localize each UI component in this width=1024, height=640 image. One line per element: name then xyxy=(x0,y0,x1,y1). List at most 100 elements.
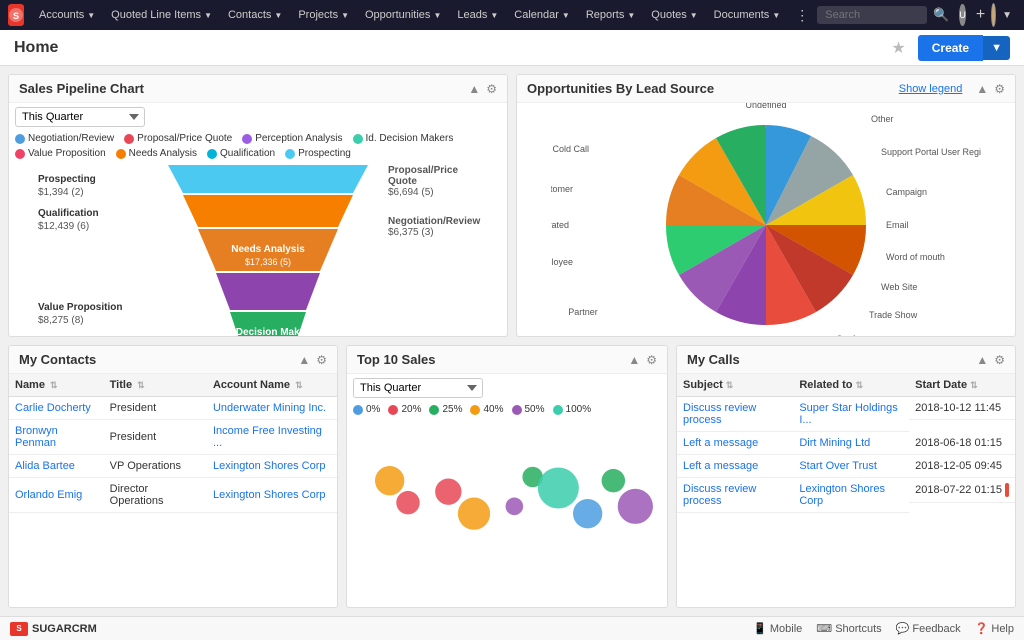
settings-button[interactable]: ⚙ xyxy=(994,82,1005,96)
top10-filter: This Quarter xyxy=(347,374,667,402)
search-input[interactable] xyxy=(817,6,927,24)
svg-text:Existing Customer: Existing Customer xyxy=(551,184,573,194)
call-related: Super Star Holdings I... xyxy=(793,397,909,432)
nav-accounts[interactable]: Accounts▼ xyxy=(32,0,102,30)
sales-pipeline-header: Sales Pipeline Chart ▲ ⚙ xyxy=(9,75,507,103)
contact-title: VP Operations xyxy=(104,455,207,478)
svg-text:Undefined: Undefined xyxy=(745,103,786,110)
col-related[interactable]: Related to ⇅ xyxy=(793,374,909,397)
more-menu-icon[interactable]: ⋮ xyxy=(789,7,815,24)
nav-quoted-line-items[interactable]: Quoted Line Items▼ xyxy=(104,0,219,30)
funnel-right-labels: Proposal/Price Quote$6,694 (5) Negotiati… xyxy=(388,165,478,248)
collapse-button[interactable]: ▲ xyxy=(468,82,480,96)
legend-50pct: 50% xyxy=(512,404,545,415)
feedback-link[interactable]: 💬 Feedback xyxy=(896,622,961,635)
legend-perception: Perception Analysis xyxy=(242,133,342,144)
top10-controls: ▲ ⚙ xyxy=(628,353,657,367)
contact-title: President xyxy=(104,397,207,420)
call-date: 2018-07-22 01:15 xyxy=(909,478,1015,503)
legend-25pct: 25% xyxy=(429,404,462,415)
legend-0pct: 0% xyxy=(353,404,380,415)
contact-name: Orlando Emig xyxy=(9,478,104,513)
nav-contacts[interactable]: Contacts▼ xyxy=(221,0,289,30)
calls-header-row: Subject ⇅ Related to ⇅ Start Date ⇅ xyxy=(677,374,1015,397)
contacts-body: Name ⇅ Title ⇅ Account Name ⇅ Carlie Doc… xyxy=(9,374,337,607)
settings-button[interactable]: ⚙ xyxy=(994,353,1005,367)
top10-chart-area xyxy=(347,417,667,607)
help-link[interactable]: ❓ Help xyxy=(975,622,1014,635)
create-dropdown-button[interactable]: ▼ xyxy=(983,36,1010,60)
pie-chart: Undefined Other Support Portal User Regi… xyxy=(551,103,981,336)
page-title: Home xyxy=(14,39,891,57)
chat-icon: 💬 xyxy=(896,622,910,635)
col-account[interactable]: Account Name ⇅ xyxy=(207,374,337,397)
favorite-star-icon[interactable]: ★ xyxy=(891,38,905,58)
pipeline-period-select[interactable]: This Quarter Last Quarter This Year xyxy=(15,107,145,127)
nav-projects[interactable]: Projects▼ xyxy=(291,0,356,30)
funnel-labels: Prospecting $1,394 (2) Qualification $12… xyxy=(38,165,148,327)
sales-pipeline-title: Sales Pipeline Chart xyxy=(19,81,468,96)
contact-account: Lexington Shores Corp xyxy=(207,478,337,513)
svg-text:Other: Other xyxy=(871,114,894,124)
call-date: 2018-06-18 01:15 xyxy=(909,432,1015,455)
calls-title: My Calls xyxy=(687,352,976,367)
nav-documents[interactable]: Documents▼ xyxy=(707,0,788,30)
svg-text:Needs Analysis: Needs Analysis xyxy=(231,244,305,255)
chevron-down-icon[interactable]: ▼ xyxy=(998,10,1016,21)
contact-account: Lexington Shores Corp xyxy=(207,455,337,478)
show-legend-button[interactable]: Show legend xyxy=(899,83,963,95)
shortcuts-link[interactable]: ⌨ Shortcuts xyxy=(816,622,881,635)
settings-button[interactable]: ⚙ xyxy=(316,353,327,367)
top10-period-select[interactable]: This Quarter xyxy=(353,378,483,398)
call-related: Start Over Trust xyxy=(793,455,909,478)
calls-header: My Calls ▲ ⚙ xyxy=(677,346,1015,374)
chevron-down-icon: ▼ xyxy=(562,11,570,20)
nav-quotes[interactable]: Quotes▼ xyxy=(644,0,704,30)
nav-calendar[interactable]: Calendar▼ xyxy=(507,0,577,30)
funnel-svg: Needs Analysis $17,336 (5) Id. Decision … xyxy=(158,165,378,337)
mobile-link[interactable]: 📱 Mobile xyxy=(753,622,802,635)
sort-icon: ⇅ xyxy=(726,380,734,390)
add-icon[interactable]: + xyxy=(972,6,989,24)
footer-logo-text: SUGARCRM xyxy=(32,623,97,635)
sort-icon: ⇅ xyxy=(137,380,145,390)
settings-button[interactable]: ⚙ xyxy=(646,353,657,367)
legend-needs: Needs Analysis xyxy=(116,148,197,159)
contacts-table: Name ⇅ Title ⇅ Account Name ⇅ Carlie Doc… xyxy=(9,374,337,513)
search-button[interactable]: 🔍 xyxy=(929,7,953,23)
collapse-button[interactable]: ▲ xyxy=(298,353,310,367)
collapse-button[interactable]: ▲ xyxy=(976,353,988,367)
svg-text:Cold Call: Cold Call xyxy=(552,144,589,154)
nav-reports[interactable]: Reports▼ xyxy=(579,0,642,30)
col-title[interactable]: Title ⇅ xyxy=(104,374,207,397)
app-logo[interactable]: S xyxy=(8,4,24,26)
nav-leads[interactable]: Leads▼ xyxy=(450,0,505,30)
sort-icon: ⇅ xyxy=(50,380,58,390)
chevron-down-icon: ▼ xyxy=(341,11,349,20)
top10-legend: 0% 20% 25% 40% 50% 100% xyxy=(347,402,667,417)
call-subject: Discuss review process xyxy=(677,397,793,432)
svg-text:Self Generated: Self Generated xyxy=(551,220,569,230)
sugarcrm-logo-icon: S xyxy=(10,622,28,636)
collapse-button[interactable]: ▲ xyxy=(976,82,988,96)
create-button[interactable]: Create xyxy=(918,35,983,61)
col-subject[interactable]: Subject ⇅ xyxy=(677,374,793,397)
svg-text:Trade Show: Trade Show xyxy=(869,310,918,320)
col-start-date[interactable]: Start Date ⇅ xyxy=(909,374,1015,397)
contact-name: Carlie Docherty xyxy=(9,397,104,420)
collapse-button[interactable]: ▲ xyxy=(628,353,640,367)
settings-button[interactable]: ⚙ xyxy=(486,82,497,96)
col-name[interactable]: Name ⇅ xyxy=(9,374,104,397)
contacts-title: My Contacts xyxy=(19,352,298,367)
call-subject: Left a message xyxy=(677,432,793,455)
user-profile-pic[interactable] xyxy=(991,3,996,27)
footer-logo: S SUGARCRM xyxy=(10,622,97,636)
calls-table: Subject ⇅ Related to ⇅ Start Date ⇅ Disc… xyxy=(677,374,1015,513)
chevron-down-icon: ▼ xyxy=(87,11,95,20)
table-row: Orlando Emig Director Operations Lexingt… xyxy=(9,478,337,513)
contact-account: Underwater Mining Inc. xyxy=(207,397,337,420)
nav-opportunities[interactable]: Opportunities▼ xyxy=(358,0,448,30)
bottom-row: My Contacts ▲ ⚙ Name ⇅ Title ⇅ Account N… xyxy=(8,345,1016,608)
chevron-down-icon: ▼ xyxy=(433,11,441,20)
keyboard-icon: ⌨ xyxy=(816,622,832,635)
